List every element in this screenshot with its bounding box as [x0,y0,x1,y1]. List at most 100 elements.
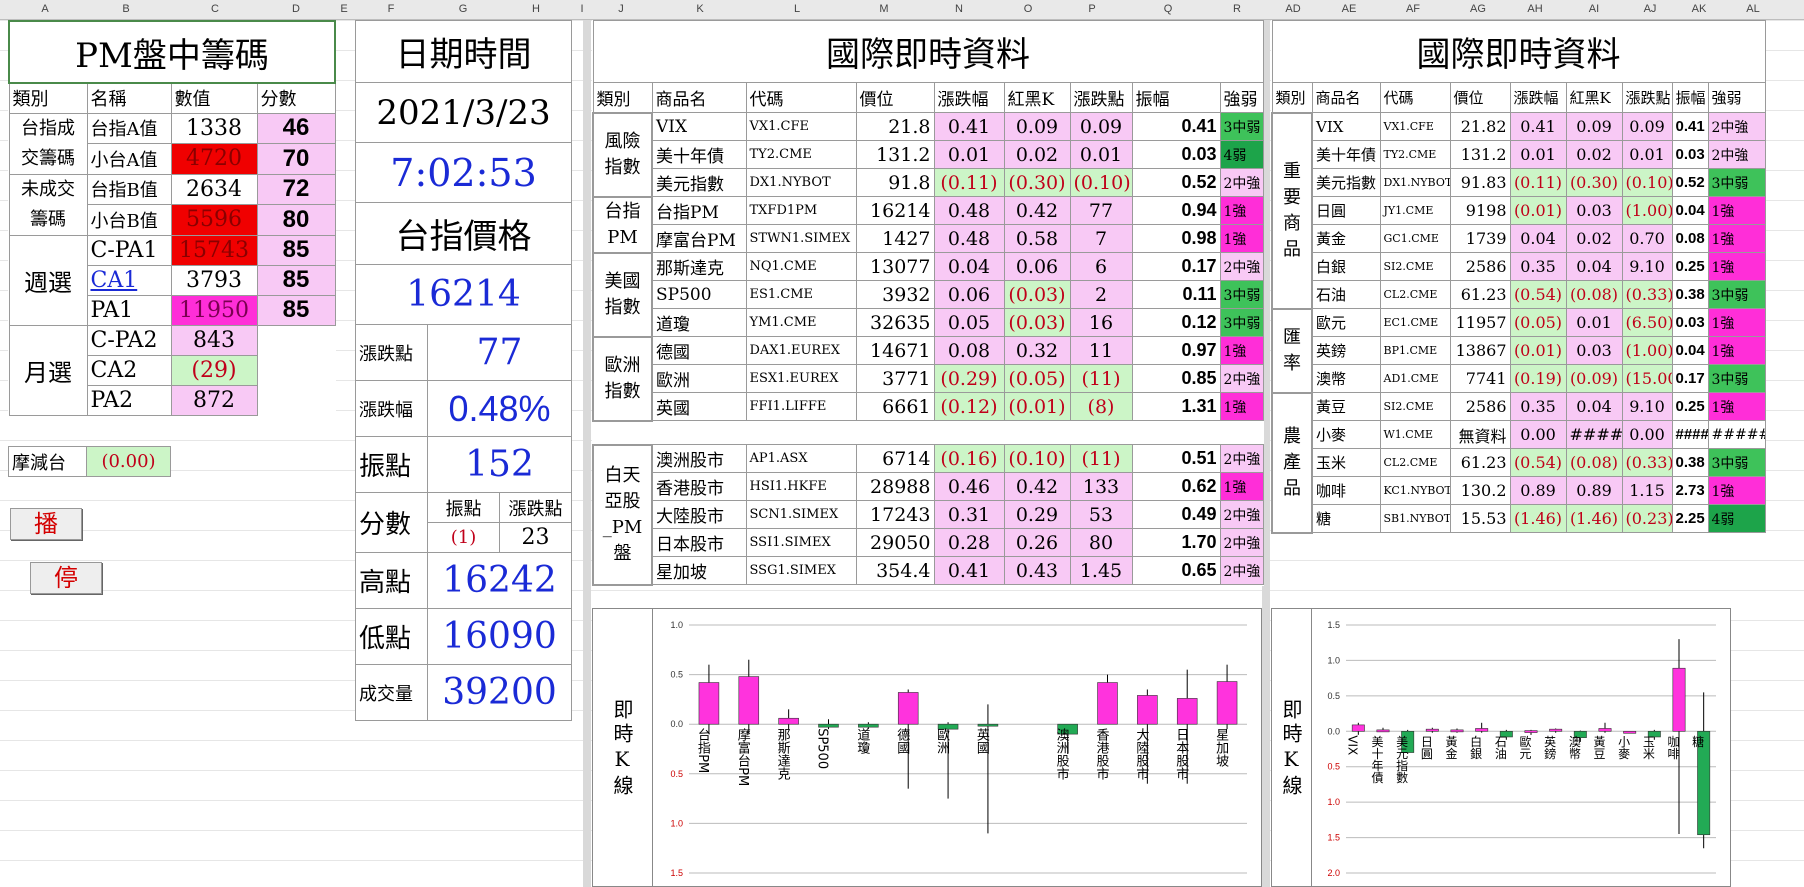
price-value: 354.4 [855,556,935,585]
column-letter[interactable]: AG [1470,3,1486,15]
kbar-value: (0.03) [1003,280,1071,309]
category-cell: 週選 [8,234,88,326]
product-code: SSG1.SIMEX [745,556,857,585]
table-row: 英國 FFI1.LIFFE 6661 (0.12) (0.01) (8) 1.31 1強 [593,392,1264,421]
empty-cell [257,355,335,385]
spacer-row [593,421,1263,445]
column-letter[interactable]: N [955,3,963,15]
pts-change: 53 [1069,500,1133,529]
column-letter[interactable]: AL [1746,3,1759,15]
product-code: GC1.CME [1379,224,1451,253]
column-letter[interactable]: Q [1164,3,1173,15]
column-letter[interactable]: D [292,3,300,15]
column-letter[interactable]: J [618,3,624,15]
column-letter[interactable]: AF [1406,3,1420,15]
row-value: 11950 [170,294,258,326]
category-label: 台指PM [695,728,711,773]
category-label: 日本股市 [1173,728,1189,780]
candle-body [1351,724,1365,732]
category-cell: 白天亞股_PM盤 [592,443,653,586]
column-letter[interactable]: A [41,3,48,15]
column-letter[interactable]: K [696,3,703,15]
pts-change: 0.01 [1069,140,1133,169]
amplitude-value: 0.25 [1671,252,1709,281]
column-letter[interactable]: G [459,3,468,15]
row-name: CA2 [86,354,172,386]
category-label: 澳幣 [1567,735,1581,759]
category-label: 白銀 [1469,734,1483,759]
price-value: 3932 [855,280,935,309]
pts-change: 7 [1069,224,1133,253]
column-letter[interactable]: AH [1527,3,1542,15]
column-header: 價位 [1449,82,1511,113]
amplitude-value: 0.17 [1671,364,1709,393]
pts-change: 11 [1069,336,1133,365]
amplitude-value: 0.94 [1131,196,1221,225]
kbar-value: 0.42 [1003,196,1071,225]
category-label: 美十年債 [1370,735,1384,784]
column-letter[interactable]: AE [1342,3,1357,15]
strength-badge: 1強 [1219,336,1264,365]
amplitude-value: 0.52 [1671,168,1709,197]
column-letter[interactable]: R [1233,3,1241,15]
category-label: 英鎊 [1543,735,1557,760]
amplitude-value: 0.51 [1131,444,1221,473]
column-header: 漲跌幅 [1509,82,1567,113]
pct-change: 0.28 [933,528,1005,557]
pct-change: 0.00 [1509,420,1567,449]
row-score: 85 [256,264,336,296]
column-letter[interactable]: L [794,3,800,15]
strength-badge: 2中強 [1219,528,1264,557]
candle-body [858,723,879,728]
column-letter[interactable]: I [580,3,583,15]
strength-badge: 2中強 [1219,444,1264,473]
strength-badge: ###### [1707,420,1766,449]
product-name: 英國 [651,392,747,421]
product-code: SI2.CME [1379,252,1451,281]
candle-body [897,692,919,725]
candle-body [1425,728,1439,732]
column-letter[interactable]: E [340,3,347,15]
column-letter[interactable]: AI [1589,3,1599,15]
datetime-table: 日期時間 2021/3/23 7:02:53 台指價格 16214 漲跌點 77… [354,20,573,721]
table-row: 美十年債 TY2.CME 131.2 0.01 0.02 0.01 0.03 2中強 [1272,140,1766,169]
time-value: 7:02:53 [354,142,573,203]
product-name: VIX [651,112,747,141]
pct-change: 0.48 [933,224,1005,253]
row-name: 台指B值 [86,173,172,205]
amplitude-value: 0.97 [1131,336,1221,365]
column-letter[interactable]: O [1024,3,1033,15]
product-code: VX1.CFE [745,112,857,141]
pts-change: 80 [1069,528,1133,557]
column-header: 商品名 [1311,82,1381,113]
change-pts-label: 漲跌點 [355,324,428,381]
row-value: 1338 [170,112,258,144]
price-value: 131.2 [1449,140,1511,169]
column-letter[interactable]: AD [1285,3,1300,15]
table-row: 台指PM 台指PM TXFD1PM 16214 0.48 0.42 77 0.94 1強 [592,195,1264,254]
column-letter[interactable]: M [879,3,888,15]
category-label: 黃金 [1444,735,1458,759]
column-header: 商品名 [651,82,747,113]
column-letter[interactable]: C [211,3,219,15]
row-score: 85 [256,294,336,326]
row-score: 72 [256,173,336,205]
column-header: 類別 [1271,82,1313,113]
strength-badge: 1強 [1707,476,1766,505]
stop-button[interactable]: 停 [30,562,102,594]
price-value: 1739 [1449,224,1511,253]
row-name-link[interactable]: CA1 [86,264,172,296]
column-letter[interactable]: H [532,3,540,15]
column-letter[interactable]: P [1088,3,1095,15]
column-letter[interactable]: B [122,3,129,15]
pts-change: 2 [1069,280,1133,309]
amplitude-value: 0.65 [1131,556,1221,585]
category-label: 日圓 [1419,735,1433,759]
play-button[interactable]: 播 [10,508,82,540]
amplitude-value: 2.73 [1671,476,1709,505]
kbar-value: (0.05) [1003,364,1071,393]
column-letter[interactable]: AJ [1644,3,1657,15]
header-category: 類別 [8,82,88,114]
column-letter[interactable]: F [388,3,395,15]
column-letter[interactable]: AK [1692,3,1707,15]
